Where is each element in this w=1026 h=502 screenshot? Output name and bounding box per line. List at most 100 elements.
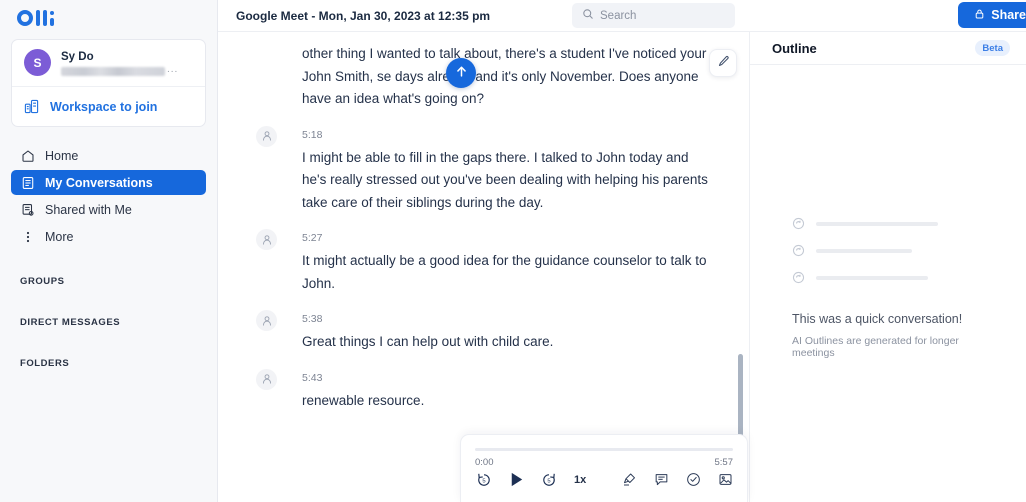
transcript-timestamp[interactable]: 5:18 bbox=[302, 129, 322, 141]
action-item-icon[interactable] bbox=[686, 472, 701, 487]
sidebar-nav: Home My Conversations Shared with Me Mor… bbox=[0, 143, 217, 249]
workspace-to-join-button[interactable]: Workspace to join bbox=[12, 87, 205, 126]
transcript-message-inner: 5:18 I might be able to fill in the gaps… bbox=[256, 124, 709, 215]
outline-empty-subtitle: AI Outlines are generated for longer mee… bbox=[792, 335, 959, 359]
transcript-timestamp-row: 5:18 bbox=[302, 124, 709, 146]
transcript-text: It might actually be a good idea for the… bbox=[302, 253, 707, 291]
transcript-panel: other thing I wanted to talk about, ther… bbox=[218, 32, 750, 502]
outline-beta-badge: Beta bbox=[975, 40, 1010, 56]
scroll-up-button[interactable] bbox=[446, 58, 476, 88]
document-title: Google Meet - Mon, Jan 30, 2023 at 12:35… bbox=[236, 8, 491, 23]
sidebar-item-shared-with-me[interactable]: Shared with Me bbox=[11, 197, 206, 222]
app-root: S Sy Do ... Workspace to join Home My Co… bbox=[0, 0, 1026, 502]
logo-row bbox=[0, 0, 217, 34]
comment-icon[interactable] bbox=[654, 472, 669, 487]
logo-bar-1 bbox=[36, 9, 40, 26]
home-icon bbox=[20, 148, 35, 163]
transcript-timestamp[interactable]: 5:27 bbox=[302, 232, 322, 244]
transcript-message[interactable]: 5:18 I might be able to fill in the gaps… bbox=[256, 124, 709, 215]
highlight-icon[interactable] bbox=[622, 472, 637, 487]
playback-speed-button[interactable]: 1x bbox=[574, 474, 586, 486]
pencil-icon bbox=[717, 55, 730, 71]
workspace-icon bbox=[24, 99, 39, 114]
sidebar-section-direct-messages[interactable]: DIRECT MESSAGES bbox=[0, 317, 217, 328]
outline-skeleton-row bbox=[792, 271, 986, 284]
logo-bar-2 bbox=[43, 9, 47, 26]
sidebar-section-folders[interactable]: FOLDERS bbox=[0, 358, 217, 369]
skip-back-5-icon[interactable]: 5 bbox=[475, 471, 493, 489]
transcript-timestamp[interactable]: 5:43 bbox=[302, 372, 322, 384]
profile-name: Sy Do bbox=[61, 50, 94, 63]
player-current-time: 0:00 bbox=[475, 457, 494, 468]
outline-empty-title: This was a quick conversation! bbox=[792, 312, 963, 326]
conversations-icon bbox=[20, 175, 35, 190]
sidebar-item-home[interactable]: Home bbox=[11, 143, 206, 168]
logo-dot-column bbox=[50, 10, 54, 26]
search-input[interactable]: Search bbox=[572, 3, 735, 28]
player-total-time: 5:57 bbox=[714, 457, 734, 468]
image-icon[interactable] bbox=[718, 472, 733, 487]
share-button[interactable]: Share bbox=[958, 2, 1026, 28]
speaker-avatar-icon bbox=[256, 310, 277, 331]
otter-logo[interactable] bbox=[17, 9, 54, 26]
outline-skeleton-bar bbox=[816, 275, 928, 280]
profile-card[interactable]: S Sy Do ... Workspace to join bbox=[11, 39, 206, 127]
transcript-partial-message[interactable]: other thing I wanted to talk about, ther… bbox=[256, 42, 709, 111]
profile-email-line: ... bbox=[61, 64, 178, 76]
sidebar-item-my-conversations[interactable]: My Conversations bbox=[11, 170, 206, 195]
search-placeholder: Search bbox=[600, 9, 637, 22]
sidebar-item-home-label: Home bbox=[45, 148, 79, 163]
refresh-circle-icon bbox=[792, 271, 805, 284]
transcript-scroll-area[interactable]: other thing I wanted to talk about, ther… bbox=[218, 32, 749, 502]
outline-skeleton-bar bbox=[816, 221, 938, 226]
edit-transcript-button[interactable] bbox=[709, 49, 737, 77]
profile-email-ellipsis: ... bbox=[167, 64, 179, 75]
transcript-text: renewable resource. bbox=[302, 392, 425, 408]
profile-text: Sy Do ... bbox=[61, 50, 178, 76]
speaker-avatar-icon bbox=[256, 229, 277, 250]
transcript-message[interactable]: 5:38 Great things I can help out with ch… bbox=[256, 308, 709, 354]
sidebar-section-groups[interactable]: GROUPS bbox=[0, 276, 217, 287]
transcript-text: I might be able to fill in the gaps ther… bbox=[302, 149, 708, 210]
audio-player: 0:00 5:57 5 5 1x bbox=[460, 434, 748, 502]
sidebar-item-my-conversations-label: My Conversations bbox=[45, 175, 153, 190]
content-row: other thing I wanted to talk about, ther… bbox=[218, 32, 1026, 502]
player-progress-track[interactable] bbox=[475, 448, 733, 451]
play-icon[interactable] bbox=[507, 470, 526, 489]
transcript-message-inner: 5:43 renewable resource. bbox=[256, 367, 709, 413]
player-tool-buttons bbox=[622, 472, 733, 487]
outline-skeleton-row bbox=[792, 217, 986, 230]
refresh-circle-icon bbox=[792, 244, 805, 257]
transcript-timestamp[interactable]: 5:38 bbox=[302, 313, 322, 325]
svg-text:5: 5 bbox=[547, 478, 550, 484]
search-icon bbox=[582, 7, 594, 25]
outline-title: Outline bbox=[772, 40, 817, 56]
refresh-circle-icon bbox=[792, 217, 805, 230]
profile-row[interactable]: S Sy Do ... bbox=[12, 40, 205, 87]
avatar: S bbox=[24, 49, 51, 76]
outline-skeleton-row bbox=[792, 244, 986, 257]
sidebar-item-more-label: More bbox=[45, 229, 74, 244]
transcript-timestamp-row: 5:27 bbox=[302, 227, 709, 249]
outline-panel: Outline Beta This was a quick conversati… bbox=[750, 32, 1026, 502]
workspace-label: Workspace to join bbox=[50, 99, 158, 114]
shared-icon bbox=[20, 202, 35, 217]
transcript-timestamp-row: 5:38 bbox=[302, 308, 709, 330]
svg-text:5: 5 bbox=[482, 478, 485, 484]
sidebar-item-shared-with-me-label: Shared with Me bbox=[45, 202, 132, 217]
top-bar: Google Meet - Mon, Jan 30, 2023 at 12:35… bbox=[218, 0, 1026, 32]
transcript-message[interactable]: 5:43 renewable resource. bbox=[256, 367, 709, 413]
outline-skeleton-bar bbox=[816, 248, 912, 253]
logo-ring bbox=[17, 9, 33, 26]
logo-dot bbox=[50, 11, 54, 15]
lock-icon bbox=[974, 8, 985, 23]
transcript-scrollbar-thumb[interactable] bbox=[738, 354, 743, 444]
player-transport-controls: 5 5 1x bbox=[475, 470, 586, 489]
sidebar-item-more[interactable]: More bbox=[11, 224, 206, 249]
transcript-text: Great things I can help out with child c… bbox=[302, 334, 554, 349]
skip-forward-5-icon[interactable]: 5 bbox=[540, 471, 558, 489]
outline-header: Outline Beta bbox=[750, 32, 1026, 65]
speaker-avatar-icon bbox=[256, 125, 277, 147]
profile-email-redacted bbox=[61, 66, 165, 76]
transcript-message[interactable]: 5:27 It might actually be a good idea fo… bbox=[256, 227, 709, 295]
